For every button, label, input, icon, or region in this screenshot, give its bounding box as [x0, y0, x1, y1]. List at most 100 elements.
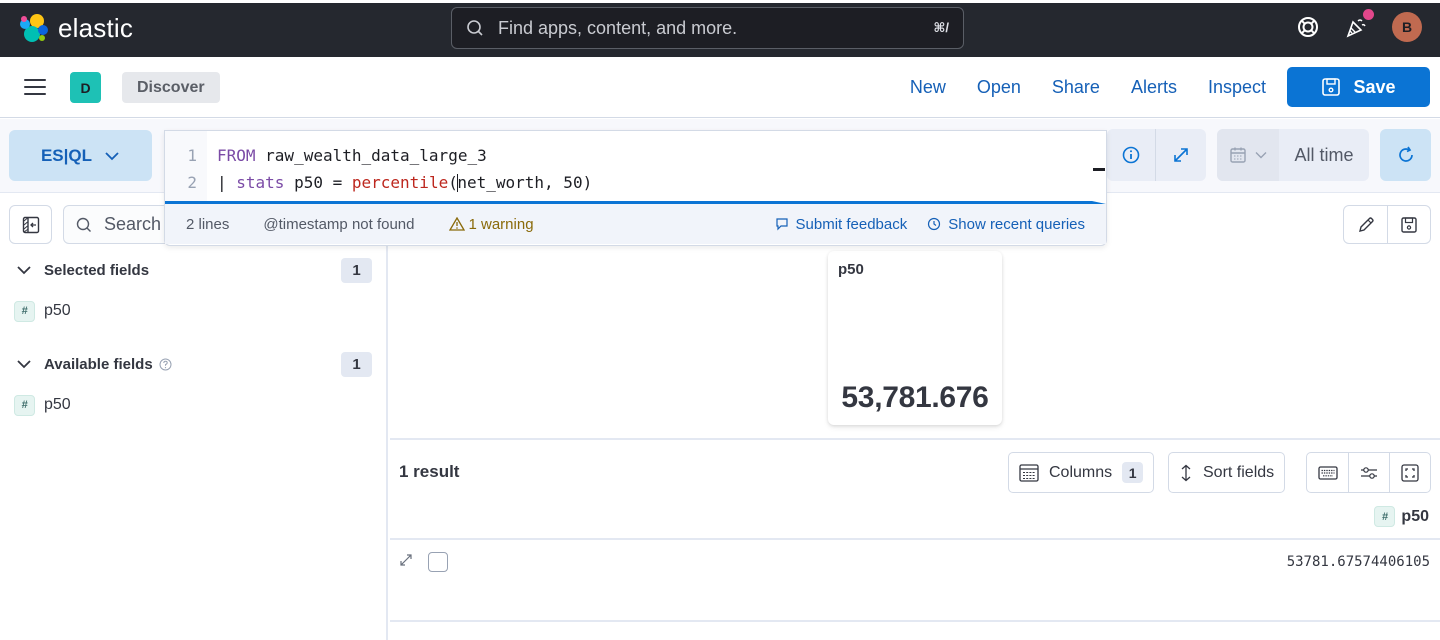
- number-type-icon: #: [1374, 506, 1396, 527]
- column-name: p50: [1401, 507, 1429, 525]
- result-count: 1 result: [399, 462, 460, 481]
- sort-fields-label: Sort fields: [1203, 463, 1275, 481]
- help-icon[interactable]: [1296, 15, 1320, 39]
- cell-p50: 53781.67574406105: [1286, 554, 1430, 570]
- submit-feedback-label: Submit feedback: [795, 215, 908, 233]
- save-icon: [1322, 78, 1341, 96]
- sidebar-collapse-icon: [22, 216, 39, 233]
- number-type-icon: #: [14, 394, 35, 416]
- brand-name: elastic: [58, 12, 134, 43]
- fullscreen-icon: [1401, 463, 1419, 482]
- global-search-input[interactable]: Find apps, content, and more. ⌘/: [451, 7, 964, 49]
- menu-icon[interactable]: [24, 79, 46, 95]
- code-line-2: 2 | stats p50 = percentile(net_worth, 50…: [165, 169, 592, 196]
- fullscreen-button[interactable]: [1389, 453, 1430, 492]
- expand-editor-button[interactable]: [1155, 129, 1206, 181]
- space-avatar[interactable]: D: [70, 72, 101, 103]
- editor-tools: [1107, 129, 1206, 181]
- columns-label: Columns: [1049, 463, 1113, 481]
- share-button[interactable]: Share: [1052, 77, 1100, 98]
- table-row: 53781.67574406105: [390, 540, 1440, 622]
- row-select-checkbox[interactable]: [428, 552, 448, 572]
- columns-count-badge: 1: [1122, 462, 1144, 483]
- elastic-logo[interactable]: elastic: [18, 12, 133, 44]
- save-button[interactable]: Save: [1287, 67, 1430, 107]
- metric-value: 53,781.676: [841, 381, 989, 414]
- new-button[interactable]: New: [910, 77, 946, 98]
- chevron-down-icon: [17, 266, 31, 275]
- columns-button[interactable]: Columns 1: [1008, 452, 1155, 493]
- number-type-icon: #: [14, 300, 35, 322]
- results-toolbar: 1 result Columns 1 Sort fields # p50: [390, 442, 1440, 540]
- save-visualization-button[interactable]: [1387, 206, 1430, 243]
- esql-editor[interactable]: 1 FROM raw_wealth_data_large_3 2 | stats…: [164, 130, 1107, 246]
- warnings-button[interactable]: 1 warning: [448, 216, 534, 233]
- code-args: net_worth, 50): [457, 173, 593, 192]
- code-text: p50 =: [284, 173, 352, 192]
- expand-row-icon[interactable]: [398, 552, 414, 568]
- field-item[interactable]: # p50: [14, 393, 71, 417]
- edit-visualization-button[interactable]: [1344, 206, 1387, 243]
- comment-icon: [775, 218, 788, 231]
- field-count-badge: 1: [341, 351, 372, 377]
- metric-title: p50: [838, 261, 864, 278]
- time-range-display[interactable]: All time: [1279, 129, 1369, 181]
- line-number: 1: [187, 146, 197, 165]
- metric-card[interactable]: p50 53,781.676: [828, 251, 1002, 425]
- selected-fields-header[interactable]: Selected fields 1: [16, 256, 372, 284]
- sort-icon: [1181, 464, 1191, 481]
- chevron-down-icon: [105, 151, 119, 160]
- keyword: FROM: [217, 146, 256, 165]
- code-line-1: 1 FROM raw_wealth_data_large_3: [165, 142, 487, 169]
- keyboard-shortcuts-button[interactable]: [1307, 453, 1348, 492]
- column-header-p50[interactable]: # p50: [1374, 506, 1429, 527]
- alerts-button[interactable]: Alerts: [1131, 77, 1177, 98]
- news-feed-button[interactable]: [1344, 9, 1374, 39]
- display-settings-button[interactable]: [1348, 453, 1389, 492]
- keyword: stats: [236, 173, 285, 192]
- warning-icon: [448, 217, 465, 231]
- table-icon: [1019, 463, 1039, 482]
- code-area[interactable]: 1 FROM raw_wealth_data_large_3 2 | stats…: [165, 131, 1106, 204]
- function-name: percentile: [351, 173, 449, 192]
- notification-dot: [1363, 9, 1374, 20]
- pipe: |: [217, 173, 237, 192]
- expand-icon: [1174, 148, 1188, 162]
- time-picker: All time: [1217, 129, 1369, 181]
- question-icon[interactable]: [159, 358, 172, 371]
- code-text: raw_wealth_data_large_3: [255, 146, 487, 165]
- field-item[interactable]: # p50: [14, 299, 71, 323]
- recent-queries-link[interactable]: Show recent queries: [927, 216, 1085, 233]
- refresh-button[interactable]: [1380, 129, 1431, 181]
- visualization-tools: [1343, 205, 1431, 244]
- user-avatar[interactable]: B: [1392, 12, 1422, 42]
- search-shortcut: ⌘/: [933, 20, 949, 35]
- language-selector[interactable]: ES|QL: [9, 130, 152, 181]
- refresh-icon: [1398, 146, 1413, 162]
- clock-icon: [928, 217, 941, 231]
- open-button[interactable]: Open: [977, 77, 1021, 98]
- collapse-sidebar-button[interactable]: [9, 205, 52, 244]
- save-label: Save: [1353, 76, 1396, 97]
- chevron-down-icon: [17, 360, 31, 369]
- pencil-icon: [1358, 216, 1374, 232]
- language-label: ES|QL: [40, 145, 93, 165]
- keyboard-icon: [1317, 465, 1338, 480]
- settings-sliders-icon: [1361, 466, 1377, 479]
- breadcrumb-discover[interactable]: Discover: [122, 72, 220, 103]
- documentation-button[interactable]: [1107, 129, 1155, 181]
- field-name: p50: [44, 396, 71, 413]
- inspect-button[interactable]: Inspect: [1208, 77, 1266, 98]
- timestamp-status: @timestamp not found: [263, 215, 415, 233]
- editor-scroll-marker: [1093, 168, 1105, 171]
- available-fields-header[interactable]: Available fields 1: [16, 350, 372, 378]
- sort-fields-button[interactable]: Sort fields: [1168, 452, 1286, 493]
- visualization-area: p50 53,781.676: [390, 246, 1440, 440]
- search-icon: [467, 20, 483, 36]
- global-header: elastic Find apps, content, and more. ⌘/…: [0, 0, 1440, 57]
- quick-menu-button[interactable]: [1217, 129, 1279, 181]
- submit-feedback-link[interactable]: Submit feedback: [775, 215, 908, 233]
- app-toolbar: D Discover New Open Share Alerts Inspect…: [0, 57, 1440, 118]
- line-count: 2 lines: [186, 215, 230, 233]
- calendar-icon: [1230, 147, 1246, 163]
